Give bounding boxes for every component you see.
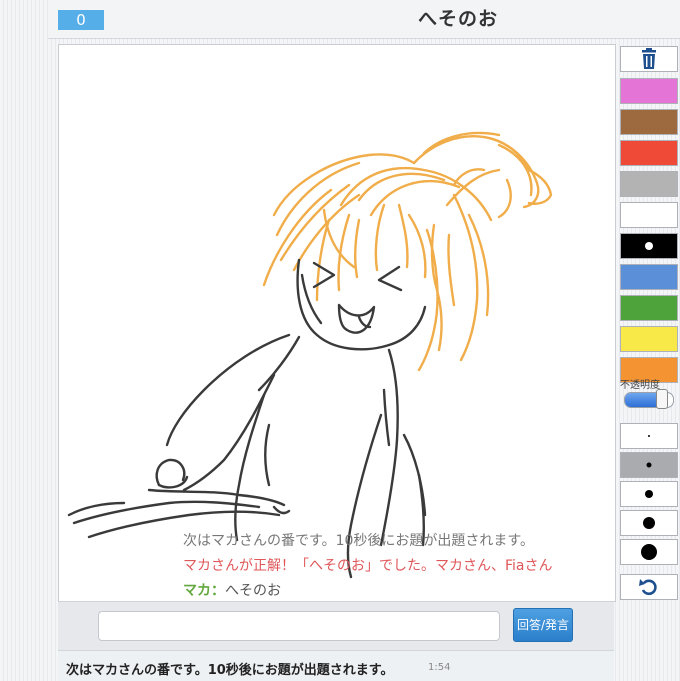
chat-user-name: マカ	[183, 583, 211, 599]
submit-button[interactable]: 回答/発言	[513, 608, 573, 642]
opacity-slider-knob[interactable]	[656, 389, 668, 409]
clear-button[interactable]	[620, 46, 678, 72]
drawing-strokes	[67, 131, 553, 579]
color-swatch[interactable]	[620, 295, 678, 321]
chat-text: へそのお	[225, 583, 281, 599]
selected-indicator	[645, 242, 653, 250]
log-message: 次はマカさんの番です。10秒後にお題が出題されます。	[66, 663, 394, 678]
log-time: 1:54	[428, 662, 451, 673]
color-swatch[interactable]	[620, 326, 678, 352]
color-swatch[interactable]	[620, 78, 678, 104]
score-badge: 0	[58, 10, 104, 30]
answer-bar: 回答/発言	[58, 601, 614, 650]
brush-size-2[interactable]	[620, 452, 678, 478]
topic-title: へそのお	[418, 8, 499, 30]
brush-size-1[interactable]	[620, 423, 678, 449]
size-dot	[643, 517, 655, 529]
brush-size-4[interactable]	[620, 510, 678, 536]
undo-button[interactable]	[620, 574, 678, 600]
size-dot	[648, 435, 650, 437]
overlay-message-chat: マカ：へそのお	[183, 580, 281, 600]
undo-icon	[639, 579, 657, 596]
size-dot	[641, 544, 657, 560]
color-swatch[interactable]	[620, 264, 678, 290]
size-dot	[646, 462, 652, 468]
chat-separator: ：	[211, 583, 225, 599]
answer-input[interactable]	[98, 611, 500, 641]
brush-size-3[interactable]	[620, 481, 678, 507]
top-bar: 0 へそのお	[48, 0, 680, 39]
trash-icon	[642, 48, 656, 69]
color-swatch[interactable]	[620, 202, 678, 228]
brush-size-5[interactable]	[620, 539, 678, 565]
opacity-label: 不透明度	[620, 380, 660, 391]
message-log: 次はマカさんの番です。10秒後にお題が出題されます。 1:54	[58, 650, 614, 681]
overlay-message-turn: 次はマカさんの番です。10秒後にお題が出題されます。	[183, 533, 535, 549]
color-swatch[interactable]	[620, 171, 678, 197]
size-dot	[645, 490, 653, 498]
color-swatch[interactable]	[620, 233, 678, 259]
color-swatch[interactable]	[620, 109, 678, 135]
color-swatch[interactable]	[620, 140, 678, 166]
overlay-message-correct: マカさんが正解！「へそのお」でした。マカさん、Fiaさん	[183, 558, 553, 574]
opacity-slider-fill	[625, 393, 659, 407]
drawing-canvas[interactable]: 次はマカさんの番です。10秒後にお題が出題されます。 マカさんが正解！「へそのお…	[58, 44, 616, 602]
